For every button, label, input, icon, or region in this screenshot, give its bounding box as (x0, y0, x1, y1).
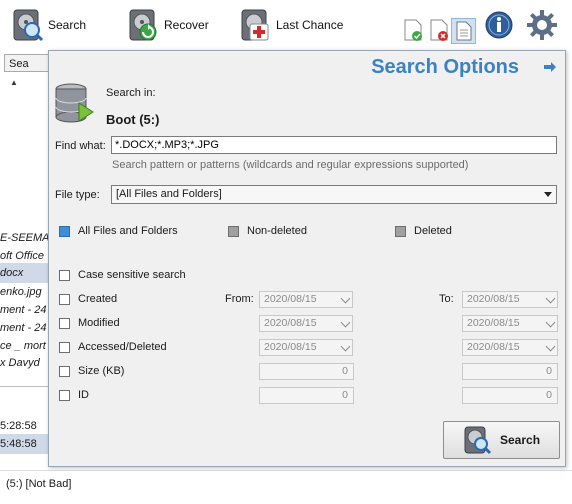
list-item-selected[interactable]: 5:48:58 (0, 434, 48, 454)
disk-recover-icon (129, 9, 157, 41)
modified-to-date[interactable]: 2020/08/15 (462, 315, 558, 332)
checkbox-box (59, 389, 70, 401)
checkbox-box (59, 341, 70, 353)
panel-title: Search Options (371, 56, 519, 78)
last-chance-toolbar-button[interactable]: Last Chance (238, 6, 343, 44)
search-toolbar-button[interactable]: Search (10, 6, 86, 44)
recover-toolbar-label: Recover (164, 18, 209, 32)
radio-indicator (59, 225, 70, 237)
search-toolbar-label: Search (48, 18, 87, 32)
id-label: ID (78, 389, 89, 401)
disk-search-icon (464, 426, 492, 455)
radio-deleted-label: Deleted (414, 225, 452, 237)
status-text: (5:) [Not Bad] (6, 478, 72, 490)
find-what-label: Find what: (55, 140, 106, 152)
list-item[interactable]: enko.jpg (0, 282, 48, 302)
main-toolbar: Search Recover Last Chance (0, 0, 572, 50)
radio-non-deleted[interactable]: Non-deleted (228, 225, 307, 237)
size-checkbox[interactable]: Size (KB) (59, 365, 124, 377)
chevron-down-icon (544, 192, 552, 197)
find-what-input[interactable] (111, 136, 557, 154)
id-checkbox[interactable]: ID (59, 389, 89, 401)
database-drive-icon (55, 83, 94, 123)
status-bar: (5:) [Not Bad] (0, 470, 572, 504)
radio-indicator (228, 225, 239, 237)
radio-non-deleted-label: Non-deleted (247, 225, 307, 237)
accessed-deleted-checkbox[interactable]: Accessed/Deleted (59, 341, 167, 353)
list-item[interactable]: x Davyd (0, 353, 48, 373)
created-checkbox[interactable]: Created (59, 293, 117, 305)
settings-gear-icon[interactable] (526, 9, 558, 41)
accessed-from-date[interactable]: 2020/08/15 (259, 339, 353, 356)
checkbox-box (59, 317, 70, 329)
size-label: Size (KB) (78, 365, 125, 377)
search-options-panel: Search Options Search in: Boot (5:) Find… (48, 50, 566, 467)
accessed-deleted-label: Accessed/Deleted (78, 341, 167, 353)
created-to-date[interactable]: 2020/08/15 (462, 291, 558, 308)
modified-checkbox[interactable]: Modified (59, 317, 120, 329)
modified-from-date[interactable]: 2020/08/15 (259, 315, 353, 332)
created-from-date[interactable]: 2020/08/15 (259, 291, 353, 308)
chevron-down-icon (545, 317, 556, 328)
accessed-to-date[interactable]: 2020/08/15 (462, 339, 558, 356)
document-ok-icon[interactable] (402, 18, 424, 42)
checkbox-box (59, 269, 70, 281)
find-what-hint: Search pattern or patterns (wildcards an… (112, 159, 469, 171)
chevron-down-icon (340, 293, 351, 304)
created-label: Created (78, 293, 118, 305)
last-chance-toolbar-label: Last Chance (276, 18, 344, 32)
case-sensitive-label: Case sensitive search (78, 269, 186, 281)
file-type-dropdown[interactable]: [All Files and Folders] (111, 185, 557, 204)
scroll-up-arrow-icon[interactable]: ▲ (10, 78, 18, 87)
disk-first-aid-icon (241, 9, 269, 41)
size-from-field[interactable]: 0 (259, 363, 354, 380)
background-tab-label: Sea (9, 58, 29, 70)
radio-deleted[interactable]: Deleted (395, 225, 452, 237)
document-view-button[interactable] (451, 18, 476, 44)
case-sensitive-checkbox[interactable]: Case sensitive search (59, 269, 186, 281)
disk-search-icon (13, 9, 44, 42)
recover-toolbar-button[interactable]: Recover (126, 6, 209, 44)
id-from-field[interactable]: 0 (259, 387, 354, 404)
divider (0, 386, 48, 387)
arrow-right-icon[interactable] (543, 61, 557, 73)
size-to-field[interactable]: 0 (462, 363, 558, 380)
file-type-label: File type: (55, 189, 100, 201)
document-icon (456, 21, 472, 41)
modified-label: Modified (78, 317, 120, 329)
list-item[interactable]: ment - 24 (0, 300, 48, 320)
list-item[interactable]: ment - 24 (0, 318, 48, 338)
radio-indicator (395, 225, 406, 237)
search-in-label: Search in: (106, 87, 156, 99)
chevron-down-icon (545, 293, 556, 304)
drive-name: Boot (5:) (106, 112, 160, 127)
background-search-tab[interactable]: Sea (4, 54, 52, 72)
search-button[interactable]: Search (443, 421, 560, 459)
list-item[interactable]: 5:28:58 (0, 416, 48, 436)
to-label: To: (439, 293, 454, 305)
document-delete-icon[interactable] (428, 18, 450, 42)
chevron-down-icon (340, 317, 351, 328)
search-button-label: Search (500, 433, 541, 447)
file-type-value: [All Files and Folders] (116, 188, 222, 200)
radio-all-label: All Files and Folders (78, 225, 178, 237)
checkbox-box (59, 365, 70, 377)
list-item-selected[interactable]: docx (0, 263, 48, 283)
id-to-field[interactable]: 0 (462, 387, 558, 404)
chevron-down-icon (545, 341, 556, 352)
list-item[interactable]: E-SEEMA (0, 228, 48, 248)
checkbox-box (59, 293, 70, 305)
info-icon[interactable] (484, 10, 514, 40)
from-label: From: (225, 293, 254, 305)
radio-all-files[interactable]: All Files and Folders (59, 225, 178, 237)
chevron-down-icon (340, 341, 351, 352)
